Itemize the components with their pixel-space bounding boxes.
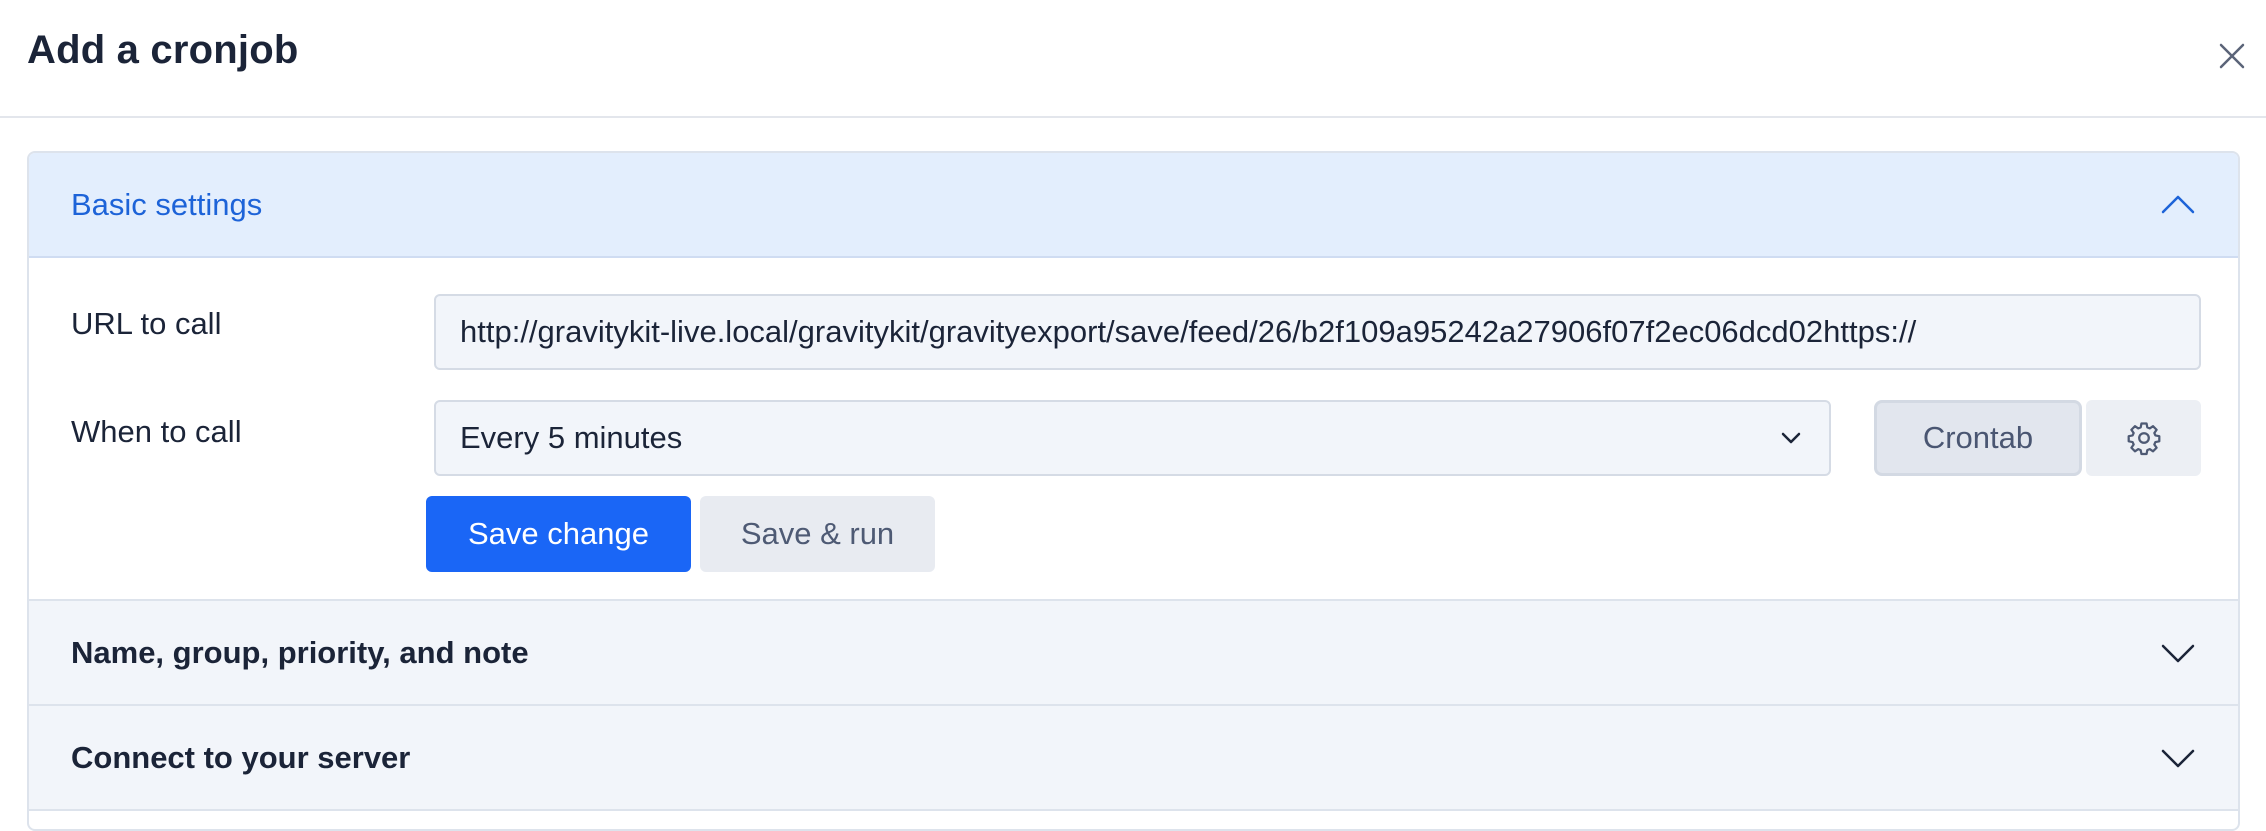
when-label: When to call — [71, 414, 242, 449]
section-connect-server-header[interactable]: Connect to your server — [29, 706, 2238, 811]
chevron-down-icon — [1781, 432, 1801, 444]
url-label: URL to call — [71, 306, 222, 341]
dialog-header: Add a cronjob — [0, 0, 2266, 118]
section-basic-settings-header[interactable]: Basic settings — [29, 153, 2238, 258]
save-change-button[interactable]: Save change — [426, 496, 691, 572]
dialog-title: Add a cronjob — [27, 28, 299, 72]
crontab-button[interactable]: Crontab — [1874, 400, 2082, 476]
section-name-group-title: Name, group, priority, and note — [71, 634, 529, 670]
gear-icon — [2127, 422, 2160, 456]
section-connect-server-title: Connect to your server — [71, 739, 411, 775]
close-button[interactable] — [2212, 36, 2252, 76]
settings-button[interactable] — [2086, 400, 2201, 476]
schedule-select-value: Every 5 minutes — [460, 420, 683, 455]
schedule-select[interactable]: Every 5 minutes — [434, 400, 1831, 476]
section-basic-settings-title: Basic settings — [71, 186, 263, 222]
close-icon — [2219, 43, 2245, 69]
cronjob-form-panel: Basic settings URL to call When to call … — [27, 151, 2240, 831]
chevron-down-icon — [2161, 644, 2195, 662]
chevron-down-icon — [2161, 749, 2195, 767]
section-name-group-header[interactable]: Name, group, priority, and note — [29, 601, 2238, 706]
save-and-run-button[interactable]: Save & run — [700, 496, 935, 572]
section-basic-settings-body: URL to call When to call Every 5 minutes… — [29, 258, 2238, 601]
url-input[interactable] — [434, 294, 2201, 370]
chevron-up-icon — [2161, 195, 2195, 213]
